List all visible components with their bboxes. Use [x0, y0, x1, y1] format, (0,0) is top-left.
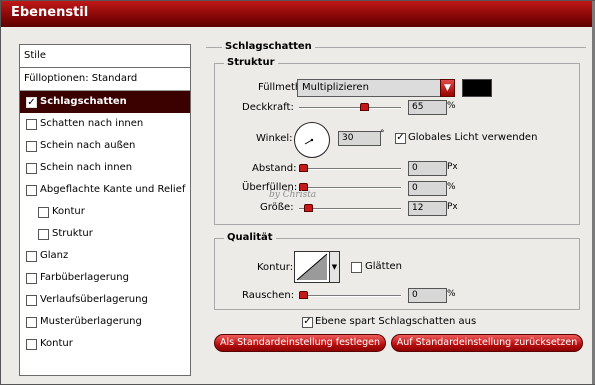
angle-dial-indicator [304, 138, 314, 145]
style-item-checkbox[interactable] [26, 163, 37, 174]
style-item-checkbox[interactable] [26, 141, 37, 152]
contour-label: Kontur: [257, 262, 294, 273]
style-item-checkbox[interactable]: ✓ [26, 97, 37, 108]
title-bar[interactable]: Ebenenstil [1, 1, 594, 27]
blend-mode-select[interactable]: Multiplizieren [297, 79, 443, 97]
style-item[interactable]: Schatten nach innen [20, 113, 190, 135]
size-unit: Px [447, 202, 458, 212]
fill-options-item[interactable]: Fülloptionen: Standard [20, 68, 190, 91]
style-item[interactable]: Schein nach innen [20, 157, 190, 179]
global-light-checkbox[interactable]: ✓ [395, 133, 406, 144]
opacity-slider-track[interactable] [299, 107, 401, 109]
style-item-checkbox[interactable] [26, 119, 37, 130]
contour-dropdown-icon[interactable]: ▼ [329, 251, 340, 283]
opacity-unit: % [447, 101, 456, 111]
reset-default-button[interactable]: Auf Standardeinstellung zurücksetzen [391, 334, 583, 352]
knockout-checkbox[interactable]: ✓ [302, 317, 313, 328]
style-item-label: Schlagschatten [40, 96, 127, 107]
angle-field[interactable]: 30 [338, 131, 381, 146]
style-item-label: Farbüberlagerung [40, 272, 129, 283]
style-item[interactable]: Schein nach außen [20, 135, 190, 157]
set-default-button[interactable]: Als Standardeinstellung festlegen [214, 334, 386, 352]
shadow-color-swatch[interactable] [462, 79, 492, 97]
style-item[interactable]: Kontur [20, 201, 190, 223]
style-item[interactable]: Struktur [20, 223, 190, 245]
style-item-label: Abgeflachte Kante und Relief [40, 184, 186, 195]
distance-slider-knob[interactable] [299, 164, 308, 172]
style-item-label: Schatten nach innen [40, 118, 144, 129]
global-light-label: Globales Licht verwenden [408, 132, 538, 143]
distance-slider-track[interactable] [299, 168, 401, 170]
noise-slider-track[interactable] [299, 295, 401, 297]
noise-unit: % [447, 289, 456, 299]
distance-field[interactable]: 0 [408, 161, 447, 176]
style-item-checkbox[interactable] [26, 339, 37, 350]
knockout-label: Ebene spart Schlagschatten aus [315, 316, 477, 327]
style-item-checkbox[interactable] [38, 207, 49, 218]
style-item[interactable]: Kontur [20, 333, 190, 355]
layer-style-dialog: Ebenenstil Stile Fülloptionen: Standard … [0, 0, 595, 385]
size-slider-track[interactable] [299, 208, 401, 210]
style-item-label: Glanz [40, 250, 69, 261]
style-item-checkbox[interactable] [38, 229, 49, 240]
window-title: Ebenenstil [11, 5, 89, 20]
style-item[interactable]: Glanz [20, 245, 190, 267]
styles-list: Stile Fülloptionen: Standard ✓ Schlagscha… [19, 44, 191, 376]
style-item-checkbox[interactable] [26, 295, 37, 306]
opacity-label: Deckkraft: [242, 102, 294, 113]
style-item-label: Kontur [40, 338, 73, 349]
distance-unit: Px [447, 162, 458, 172]
style-item-label: Kontur [52, 206, 85, 217]
checkmark-icon: ✓ [27, 97, 36, 108]
size-label: Größe: [260, 202, 294, 213]
antialias-checkbox[interactable] [351, 262, 362, 273]
opacity-field[interactable]: 65 [408, 100, 447, 115]
style-item[interactable]: Verlaufsüberlagerung [20, 289, 190, 311]
style-item[interactable]: Abgeflachte Kante und Relief [20, 179, 190, 201]
spread-unit: % [447, 182, 456, 192]
size-field[interactable]: 12 [408, 201, 447, 216]
style-item-checkbox[interactable] [26, 251, 37, 262]
style-item-checkbox[interactable] [26, 185, 37, 196]
style-item-label: Schein nach außen [40, 140, 136, 151]
noise-slider-knob[interactable] [299, 291, 308, 299]
noise-field[interactable]: 0 [408, 288, 447, 303]
quality-title: Qualität [224, 232, 276, 243]
size-slider-knob[interactable] [303, 204, 313, 212]
distance-label: Abstand: [252, 163, 297, 174]
style-item-label: Schein nach innen [40, 162, 133, 173]
settings-panel: Schlagschatten Struktur Füllmethode: Mul… [204, 41, 592, 381]
opacity-slider-knob[interactable] [360, 103, 370, 111]
structure-title: Struktur [224, 57, 278, 68]
style-item-label: Verlaufsüberlagerung [40, 294, 148, 305]
checkmark-icon [352, 262, 361, 271]
style-item-checkbox[interactable] [26, 273, 37, 284]
angle-unit: ° [380, 129, 385, 139]
checkmark-icon: ✓ [303, 316, 312, 327]
angle-dial[interactable] [294, 122, 330, 158]
antialias-label: Glätten [365, 261, 402, 272]
angle-label: Winkel: [256, 133, 293, 144]
style-item-label: Musterüberlagerung [40, 316, 142, 327]
noise-label: Rauschen: [242, 290, 295, 301]
checkmark-icon: ✓ [396, 132, 405, 143]
style-item-checkbox[interactable] [26, 317, 37, 328]
blend-mode-dropdown-icon[interactable]: ▼ [440, 79, 455, 97]
style-item[interactable]: Farbüberlagerung [20, 267, 190, 289]
spread-field[interactable]: 0 [408, 181, 447, 196]
style-item[interactable]: ✓ Schlagschatten [20, 91, 190, 113]
style-item-label: Struktur [52, 228, 93, 239]
styles-header[interactable]: Stile [20, 45, 190, 68]
contour-curve-icon [296, 253, 328, 281]
section-title: Schlagschatten [222, 41, 315, 52]
contour-preview[interactable] [294, 251, 330, 283]
watermark: by Christa [269, 190, 317, 200]
spread-slider-track[interactable] [299, 187, 401, 189]
style-items: ✓ Schlagschatten Schatten nach innen Schein… [20, 91, 190, 355]
style-item[interactable]: Musterüberlagerung [20, 311, 190, 333]
